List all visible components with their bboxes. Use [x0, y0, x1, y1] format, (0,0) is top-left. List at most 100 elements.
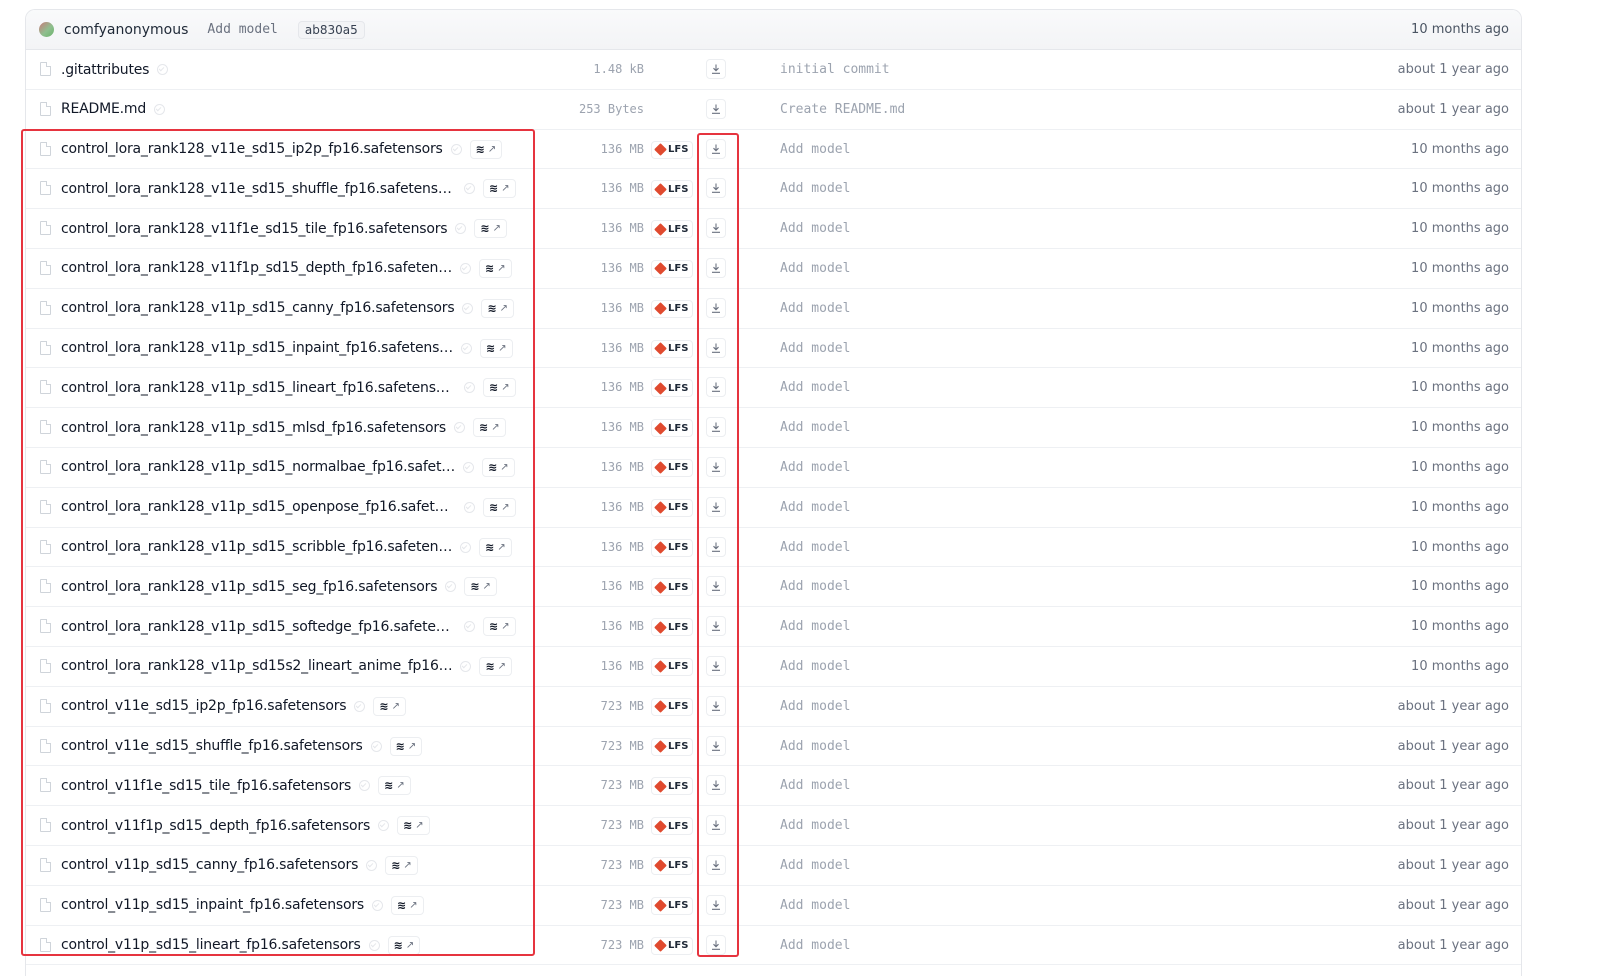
safe-check-icon: [445, 581, 457, 593]
commit-message-link[interactable]: Add model: [780, 448, 850, 487]
open-viewer-button[interactable]: ≋ ↗: [464, 577, 497, 597]
file-name-link[interactable]: control_lora_rank128_v11p_sd15_normalbae…: [61, 459, 455, 475]
open-viewer-button[interactable]: ≋ ↗: [479, 338, 513, 358]
commit-message-link[interactable]: Add model: [780, 846, 850, 885]
commit-message-link[interactable]: Add model: [780, 249, 850, 288]
open-viewer-button[interactable]: ≋ ↗: [473, 418, 506, 438]
download-button[interactable]: [706, 536, 726, 557]
file-name-link[interactable]: control_lora_rank128_v11p_sd15_openpose_…: [61, 499, 456, 515]
file-name-link[interactable]: control_v11p_sd15_inpaint_fp16.safetenso…: [61, 897, 364, 913]
commit-message-link[interactable]: Add model: [780, 329, 850, 368]
commit-message-link[interactable]: Add model: [780, 567, 850, 606]
file-time: 10 months ago: [1411, 181, 1509, 197]
file-name-link[interactable]: control_lora_rank128_v11p_sd15_canny_fp1…: [61, 300, 454, 316]
commit-hash[interactable]: ab830a5: [297, 20, 365, 39]
file-name-link[interactable]: control_lora_rank128_v11e_sd15_shuffle_f…: [61, 181, 456, 197]
open-viewer-button[interactable]: ≋ ↗: [481, 298, 515, 318]
commit-message-link[interactable]: Add model: [780, 408, 850, 447]
commit-message-link[interactable]: Create README.md: [780, 90, 905, 129]
open-viewer-button[interactable]: ≋ ↗: [479, 656, 513, 676]
open-viewer-button[interactable]: ≋ ↗: [385, 855, 418, 875]
file-name-link[interactable]: control_lora_rank128_v11p_sd15_seg_fp16.…: [61, 579, 437, 595]
open-viewer-button[interactable]: ≋ ↗: [469, 139, 503, 159]
open-viewer-button[interactable]: ≋ ↗: [483, 179, 516, 199]
commit-message-link[interactable]: Add model: [780, 607, 850, 646]
open-viewer-button[interactable]: ≋ ↗: [474, 219, 507, 239]
download-button[interactable]: [706, 854, 726, 875]
commit-message-link[interactable]: Add model: [780, 806, 850, 845]
file-name-link[interactable]: .gitattributes: [61, 62, 149, 78]
download-button[interactable]: [706, 576, 726, 597]
commit-message-link[interactable]: Add model: [780, 528, 850, 567]
commit-message-link[interactable]: Add model: [780, 647, 850, 686]
download-button[interactable]: [706, 735, 726, 756]
file-name-link[interactable]: control_lora_rank128_v11f1e_sd15_tile_fp…: [61, 221, 447, 237]
download-button[interactable]: [706, 218, 726, 239]
avatar[interactable]: [39, 22, 54, 37]
commit-message-link[interactable]: Add model: [780, 766, 850, 805]
download-button[interactable]: [706, 616, 726, 637]
commit-author[interactable]: comfyanonymous: [64, 22, 188, 38]
open-viewer-button[interactable]: ≋ ↗: [479, 258, 512, 278]
commit-message-link[interactable]: Add model: [780, 926, 850, 965]
file-name-link[interactable]: control_v11p_sd15_lineart_fp16.safetenso…: [61, 937, 361, 953]
file-row: control_lora_rank128_v11f1e_sd15_tile_fp…: [26, 209, 1521, 249]
file-name-link[interactable]: control_lora_rank128_v11p_sd15_scribble_…: [61, 539, 452, 555]
file-name-link[interactable]: control_lora_rank128_v11f1p_sd15_depth_f…: [61, 260, 452, 276]
open-viewer-button[interactable]: ≋ ↗: [483, 497, 516, 517]
commit-message[interactable]: Add model: [207, 22, 277, 37]
commit-message-link[interactable]: Add model: [780, 289, 850, 328]
download-button[interactable]: [706, 138, 726, 159]
download-button[interactable]: [706, 655, 726, 676]
file-name-link[interactable]: control_v11e_sd15_ip2p_fp16.safetensors: [61, 698, 346, 714]
commit-message-link[interactable]: initial commit: [780, 50, 890, 89]
commit-message-link[interactable]: Add model: [780, 130, 850, 169]
file-name-link[interactable]: control_lora_rank128_v11e_sd15_ip2p_fp16…: [61, 141, 443, 157]
download-button[interactable]: [706, 775, 726, 796]
download-button[interactable]: [706, 337, 726, 358]
file-name-link[interactable]: control_lora_rank128_v11p_sd15s2_lineart…: [61, 658, 452, 674]
file-name-link[interactable]: control_lora_rank128_v11p_sd15_inpaint_f…: [61, 340, 453, 356]
download-button[interactable]: [706, 934, 726, 955]
download-button[interactable]: [706, 377, 726, 398]
download-button[interactable]: [706, 695, 726, 716]
download-button[interactable]: [706, 257, 726, 278]
open-viewer-button[interactable]: ≋ ↗: [482, 457, 515, 477]
download-button[interactable]: [706, 297, 726, 318]
commit-message-link[interactable]: Add model: [780, 886, 850, 925]
file-name-link[interactable]: control_lora_rank128_v11p_sd15_mlsd_fp16…: [61, 420, 446, 436]
open-viewer-button[interactable]: ≋ ↗: [479, 537, 512, 557]
download-button[interactable]: [706, 456, 726, 477]
commit-message-link[interactable]: Add model: [780, 687, 850, 726]
file-name-link[interactable]: control_v11f1p_sd15_depth_fp16.safetenso…: [61, 818, 370, 834]
download-button[interactable]: [706, 496, 726, 517]
download-button[interactable]: [706, 417, 726, 438]
file-name-link[interactable]: control_v11e_sd15_shuffle_fp16.safetenso…: [61, 738, 363, 754]
file-name-link[interactable]: README.md: [61, 101, 146, 117]
open-viewer-button[interactable]: ≋ ↗: [397, 816, 430, 836]
open-viewer-button[interactable]: ≋ ↗: [387, 935, 421, 955]
download-button[interactable]: [706, 178, 726, 199]
download-button[interactable]: [706, 98, 726, 119]
file-name-link[interactable]: control_lora_rank128_v11p_sd15_softedge_…: [61, 619, 456, 635]
download-button[interactable]: [706, 59, 726, 79]
open-viewer-button[interactable]: ≋ ↗: [483, 378, 516, 398]
file-name-link[interactable]: control_v11p_sd15_canny_fp16.safetensors: [61, 857, 358, 873]
download-button[interactable]: [706, 894, 726, 915]
lfs-badge: LFS: [651, 697, 694, 716]
open-viewer-button[interactable]: ≋ ↗: [390, 895, 424, 915]
commit-message-link[interactable]: Add model: [780, 368, 850, 407]
file-size: 136 MB: [600, 539, 644, 554]
commit-message-link[interactable]: Add model: [780, 488, 850, 527]
open-viewer-button[interactable]: ≋ ↗: [378, 776, 411, 796]
file-name-link[interactable]: control_lora_rank128_v11p_sd15_lineart_f…: [61, 380, 456, 396]
download-button[interactable]: [706, 815, 726, 836]
commit-message-link[interactable]: Add model: [780, 727, 850, 766]
open-viewer-button[interactable]: ≋ ↗: [389, 736, 423, 756]
open-viewer-button[interactable]: ≋ ↗: [373, 696, 406, 716]
commit-message-link[interactable]: Add model: [780, 169, 850, 208]
download-icon: [710, 740, 722, 752]
commit-message-link[interactable]: Add model: [780, 209, 850, 248]
open-viewer-button[interactable]: ≋ ↗: [483, 617, 516, 637]
file-name-link[interactable]: control_v11f1e_sd15_tile_fp16.safetensor…: [61, 778, 351, 794]
